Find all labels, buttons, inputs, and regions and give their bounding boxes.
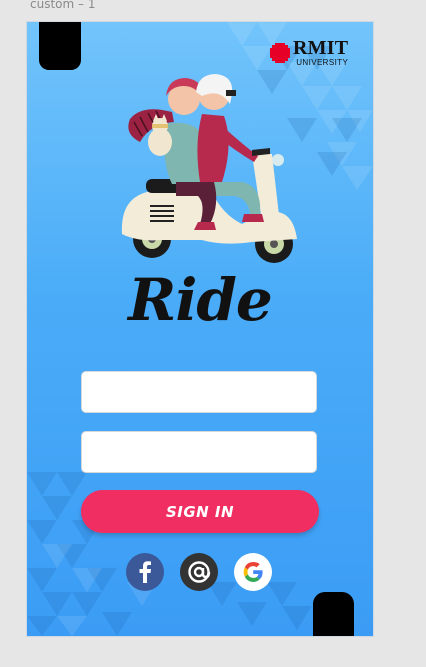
username-input[interactable] bbox=[81, 371, 317, 413]
email-login-button[interactable] bbox=[180, 553, 218, 591]
rmit-pixel-mark-icon bbox=[270, 42, 290, 63]
sign-in-button[interactable]: SIGN IN bbox=[81, 490, 319, 533]
at-icon bbox=[180, 553, 218, 591]
phone-notch-top bbox=[39, 22, 81, 70]
facebook-icon bbox=[126, 553, 164, 591]
logo-name: RMIT bbox=[293, 37, 349, 59]
password-input[interactable] bbox=[81, 431, 317, 473]
scooter-riders-illustration bbox=[121, 74, 298, 263]
google-login-button[interactable] bbox=[234, 553, 272, 591]
app-title: Ride bbox=[128, 266, 273, 334]
google-icon bbox=[234, 553, 272, 591]
university-logo: RMIT UNIVERSITY bbox=[269, 38, 348, 67]
artboard-label: custom – 1 bbox=[30, 0, 96, 11]
phone-notch-bottom bbox=[313, 592, 354, 636]
login-screen: RMIT UNIVERSITY Ride SIGN IN bbox=[26, 21, 374, 637]
facebook-login-button[interactable] bbox=[126, 553, 164, 591]
